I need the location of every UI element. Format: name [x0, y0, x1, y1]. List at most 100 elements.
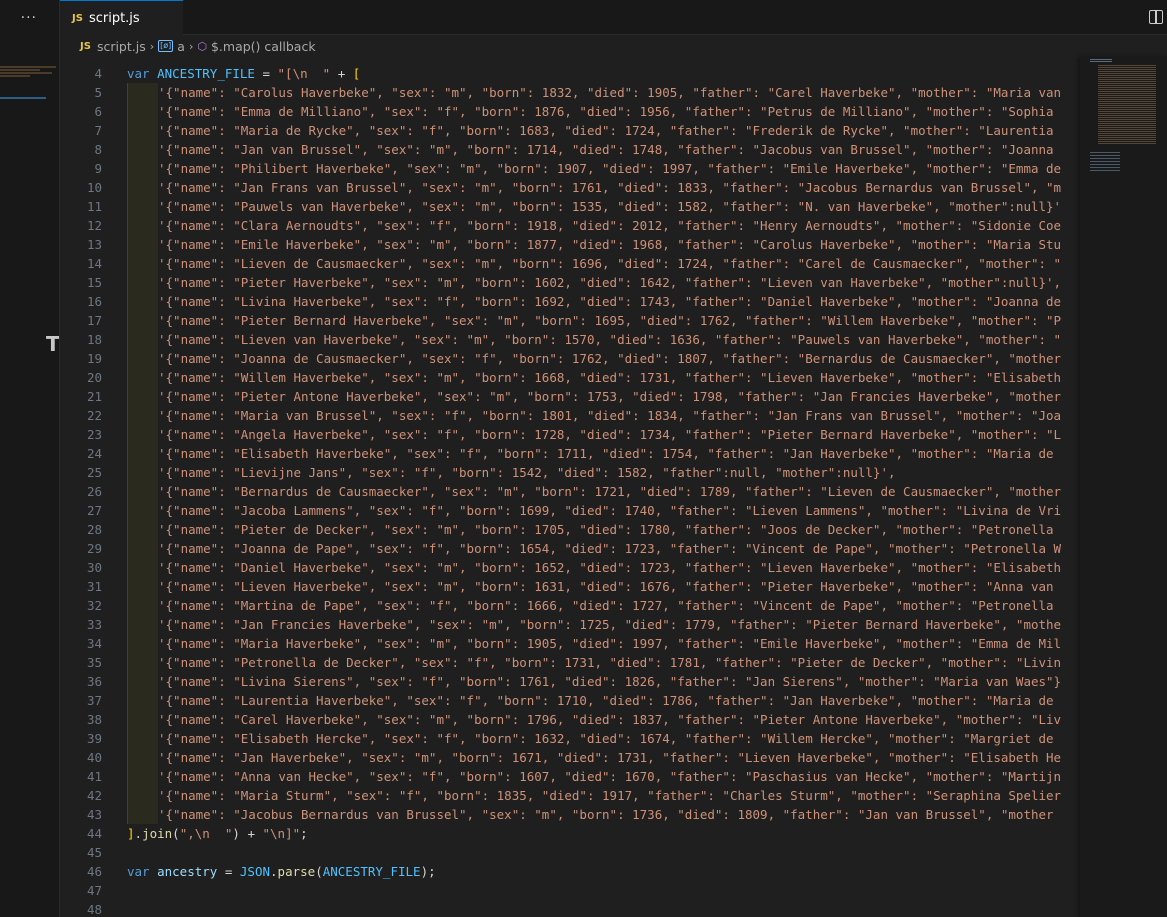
- code-line[interactable]: 45: [60, 843, 1080, 862]
- code-line[interactable]: 13 '{"name": "Emile Haverbeke", "sex": "m…: [60, 235, 1080, 254]
- code-token: '{"name": "Pieter Bernard Haverbeke", "s…: [158, 313, 1062, 328]
- indent-guide: [127, 235, 158, 254]
- indent-guide: [127, 558, 158, 577]
- indent-guide: [127, 577, 158, 596]
- code-line[interactable]: 16 '{"name": "Livina Haverbeke", "sex": "…: [60, 292, 1080, 311]
- code-line[interactable]: 35 '{"name": "Petronella de Decker", "sex…: [60, 653, 1080, 672]
- chevron-right-icon: ›: [188, 39, 194, 53]
- code-token: "\n]": [262, 826, 301, 841]
- code-token: ",\n ": [179, 826, 233, 841]
- code-text: var ANCESTRY_FILE = "[\n " + [: [127, 64, 360, 83]
- code-token: '{"name": "Livina Haverbeke", "sex": "f"…: [158, 294, 1062, 309]
- code-line[interactable]: 37 '{"name": "Laurentia Haverbeke", "sex"…: [60, 691, 1080, 710]
- code-line[interactable]: 12 '{"name": "Clara Aernoudts", "sex": "f…: [60, 216, 1080, 235]
- minimap-header-lines: [1090, 59, 1112, 63]
- code-line[interactable]: 4 var ANCESTRY_FILE = "[\n " + [: [60, 64, 1080, 83]
- code-line[interactable]: 29 '{"name": "Joanna de Pape", "sex": "f"…: [60, 539, 1080, 558]
- code-line[interactable]: 15 '{"name": "Pieter Haverbeke", "sex": "…: [60, 273, 1080, 292]
- code-line[interactable]: 26 '{"name": "Bernardus de Causmaecker", …: [60, 482, 1080, 501]
- code-line[interactable]: 11 '{"name": "Pauwels van Haverbeke", "se…: [60, 197, 1080, 216]
- code-line[interactable]: 48: [60, 900, 1080, 917]
- indent-guide: [127, 520, 158, 539]
- split-editor-icon[interactable]: [1149, 10, 1163, 24]
- code-line[interactable]: 27 '{"name": "Jacoba Lammens", "sex": "f"…: [60, 501, 1080, 520]
- code-line[interactable]: 5 '{"name": "Carolus Haverbeke", "sex": "…: [60, 83, 1080, 102]
- code-line[interactable]: 38 '{"name": "Carel Haverbeke", "sex": "m…: [60, 710, 1080, 729]
- code-token: '{"name": "Jan Frans van Brussel", "sex"…: [158, 180, 1062, 195]
- line-number: 31: [86, 579, 102, 594]
- code-line[interactable]: 47: [60, 881, 1080, 900]
- code-line[interactable]: 33 '{"name": "Jan Francies Haverbeke", "s…: [60, 615, 1080, 634]
- code-token: '{"name": "Pauwels van Haverbeke", "sex"…: [158, 199, 1062, 214]
- code-text: '{"name": "Emma de Milliano", "sex": "f"…: [158, 102, 1054, 121]
- code-line[interactable]: 32 '{"name": "Martina de Pape", "sex": "f…: [60, 596, 1080, 615]
- code-line[interactable]: 8 '{"name": "Jan van Brussel", "sex": "m"…: [60, 140, 1080, 159]
- indent-guide: [127, 615, 158, 634]
- code-line[interactable]: 21 '{"name": "Pieter Antone Haverbeke", "…: [60, 387, 1080, 406]
- code-text: '{"name": "Jan Haverbeke", "sex": "m", "…: [158, 748, 1061, 767]
- code-line[interactable]: 25 '{"name": "Lievijne Jans", "sex": "f",…: [60, 463, 1080, 482]
- code-token: JSON: [239, 864, 271, 879]
- code-line[interactable]: 36 '{"name": "Livina Sierens", "sex": "f"…: [60, 672, 1080, 691]
- code-line[interactable]: 14 '{"name": "Lieven de Causmaecker", "se…: [60, 254, 1080, 273]
- line-number: 38: [86, 712, 102, 727]
- code-text: '{"name": "Pieter de Decker", "sex": "m"…: [158, 520, 1054, 539]
- code-line[interactable]: 42 '{"name": "Maria Sturm", "sex": "f", "…: [60, 786, 1080, 805]
- method-cube-icon: ⬡: [197, 39, 207, 53]
- code-token: '{"name": "Lieven van Haverbeke", "sex":…: [158, 332, 1062, 347]
- code-text: '{"name": "Daniel Haverbeke", "sex": "m"…: [158, 558, 1061, 577]
- code-line[interactable]: 9 '{"name": "Philibert Haverbeke", "sex":…: [60, 159, 1080, 178]
- code-line[interactable]: 20 '{"name": "Willem Haverbeke", "sex": "…: [60, 368, 1080, 387]
- line-number: 35: [86, 655, 102, 670]
- code-token: '{"name": "Livina Sierens", "sex": "f", …: [158, 674, 1062, 689]
- code-token: ;: [300, 826, 308, 841]
- code-line[interactable]: 23 '{"name": "Angela Haverbeke", "sex": "…: [60, 425, 1080, 444]
- indent-guide: [127, 634, 158, 653]
- code-line[interactable]: 19 '{"name": "Joanna de Causmaecker", "se…: [60, 349, 1080, 368]
- code-line[interactable]: 43 '{"name": "Jacobus Bernardus van Bruss…: [60, 805, 1080, 824]
- breadcrumb-variable[interactable]: a: [177, 39, 185, 54]
- code-text: '{"name": "Laurentia Haverbeke", "sex": …: [158, 691, 1054, 710]
- breadcrumb-file[interactable]: script.js: [97, 39, 146, 54]
- code-line[interactable]: 7 '{"name": "Maria de Rycke", "sex": "f",…: [60, 121, 1080, 140]
- code-line[interactable]: 40 '{"name": "Jan Haverbeke", "sex": "m",…: [60, 748, 1080, 767]
- code-token: (: [172, 826, 180, 841]
- indent-guide: [127, 444, 158, 463]
- code-line[interactable]: 10 '{"name": "Jan Frans van Brussel", "se…: [60, 178, 1080, 197]
- code-text: '{"name": "Livina Sierens", "sex": "f", …: [158, 672, 1061, 691]
- code-line[interactable]: 30 '{"name": "Daniel Haverbeke", "sex": "…: [60, 558, 1080, 577]
- code-text: '{"name": "Lieven Haverbeke", "sex": "m"…: [158, 577, 1054, 596]
- code-line[interactable]: 31 '{"name": "Lieven Haverbeke", "sex": "…: [60, 577, 1080, 596]
- code-line[interactable]: 44].join(",\n ") + "\n]";: [60, 824, 1080, 843]
- line-number: 29: [86, 541, 102, 556]
- code-line[interactable]: 34 '{"name": "Maria Haverbeke", "sex": "m…: [60, 634, 1080, 653]
- code-line[interactable]: 46 var ancestry = JSON.parse(ANCESTRY_FIL…: [60, 862, 1080, 881]
- breadcrumb-callback[interactable]: $.map() callback: [211, 39, 316, 54]
- chevron-right-icon: ›: [149, 39, 155, 53]
- code-text: '{"name": "Joanna de Pape", "sex": "f", …: [158, 539, 1061, 558]
- line-number: 46: [86, 864, 102, 879]
- more-actions-icon[interactable]: ···: [21, 10, 37, 26]
- code-line[interactable]: 22 '{"name": "Maria van Brussel", "sex": …: [60, 406, 1080, 425]
- indent-guide: [127, 425, 158, 444]
- code-line[interactable]: 24 '{"name": "Elisabeth Haverbeke", "sex"…: [60, 444, 1080, 463]
- indent-guide: [127, 349, 158, 368]
- code-line[interactable]: 41 '{"name": "Anna van Hecke", "sex": "f"…: [60, 767, 1080, 786]
- code-text: '{"name": "Pieter Bernard Haverbeke", "s…: [158, 311, 1061, 330]
- code-line[interactable]: 17 '{"name": "Pieter Bernard Haverbeke", …: [60, 311, 1080, 330]
- code-line[interactable]: 6 '{"name": "Emma de Milliano", "sex": "f…: [60, 102, 1080, 121]
- code-text: '{"name": "Martina de Pape", "sex": "f",…: [158, 596, 1054, 615]
- indent-guide: [127, 406, 158, 425]
- code-token: '{"name": "Pieter Antone Haverbeke", "se…: [158, 389, 1062, 404]
- code-text: ].join(",\n ") + "\n]";: [127, 824, 308, 843]
- line-number: 19: [86, 351, 102, 366]
- code-line[interactable]: 28 '{"name": "Pieter de Decker", "sex": "…: [60, 520, 1080, 539]
- code-line[interactable]: 39 '{"name": "Elisabeth Hercke", "sex": "…: [60, 729, 1080, 748]
- code-line[interactable]: 18 '{"name": "Lieven van Haverbeke", "sex…: [60, 330, 1080, 349]
- code-token: '{"name": "Lieven Haverbeke", "sex": "m"…: [158, 579, 1054, 594]
- code-text: '{"name": "Lieven de Causmaecker", "sex"…: [158, 254, 1061, 273]
- code-token: var: [127, 66, 158, 81]
- code-editor[interactable]: 4 var ANCESTRY_FILE = "[\n " + [5 '{"name"…: [60, 57, 1080, 917]
- tab-script-js[interactable]: JS script.js: [60, 0, 183, 35]
- minimap[interactable]: [1080, 57, 1167, 917]
